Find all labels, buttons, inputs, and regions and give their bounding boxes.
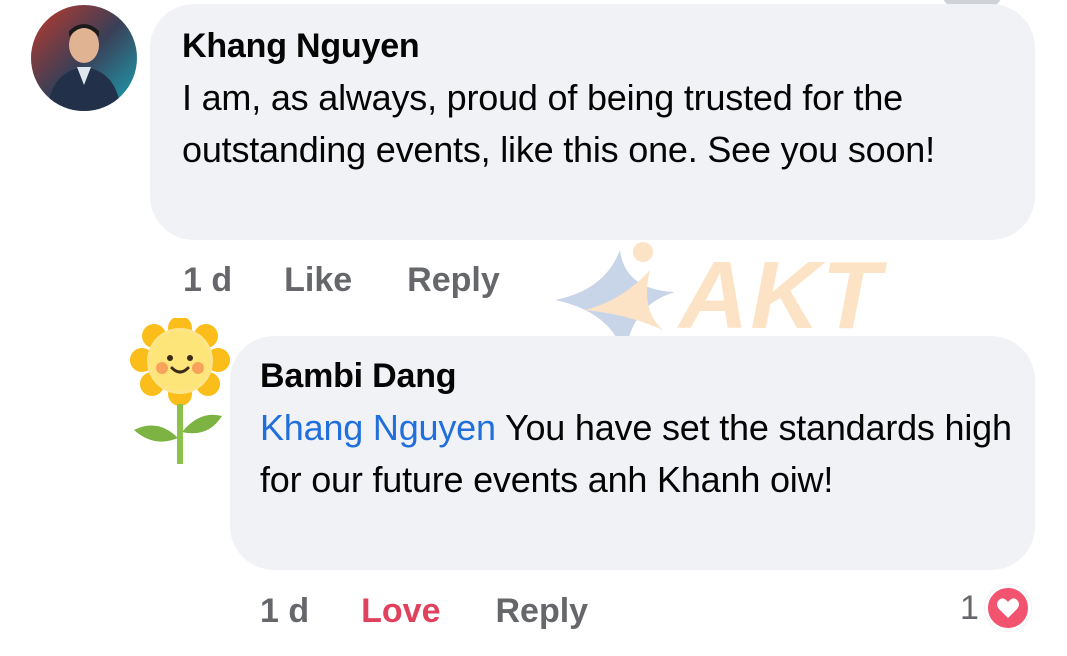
reply-button[interactable]: Reply bbox=[407, 261, 500, 300]
watermark-title: AKT bbox=[679, 242, 883, 349]
comment-actions: 1 d Like Reply bbox=[183, 258, 500, 302]
reaction-summary[interactable]: 1 bbox=[960, 585, 1031, 631]
like-button[interactable]: Like bbox=[284, 261, 352, 300]
comment-text: Khang Nguyen You have set the standards … bbox=[260, 402, 1020, 506]
comment-author[interactable]: Khang Nguyen bbox=[182, 26, 420, 66]
comment-author[interactable]: Bambi Dang bbox=[260, 356, 457, 396]
avatar-bambi-dang[interactable] bbox=[128, 316, 232, 466]
sunflower-icon bbox=[130, 316, 230, 464]
comment-timestamp[interactable]: 1 d bbox=[183, 261, 232, 300]
reply-button[interactable]: Reply bbox=[495, 592, 588, 631]
heart-icon bbox=[984, 585, 1031, 631]
mention-link[interactable]: Khang Nguyen bbox=[260, 407, 496, 448]
comment-timestamp[interactable]: 1 d bbox=[260, 592, 309, 631]
love-button[interactable]: Love bbox=[361, 592, 440, 631]
comment-text: I am, as always, proud of being trusted … bbox=[182, 77, 935, 170]
avatar-khang-nguyen[interactable] bbox=[31, 5, 137, 111]
reaction-count: 1 bbox=[960, 588, 979, 627]
comment-actions: 1 d Love Reply bbox=[260, 589, 588, 633]
